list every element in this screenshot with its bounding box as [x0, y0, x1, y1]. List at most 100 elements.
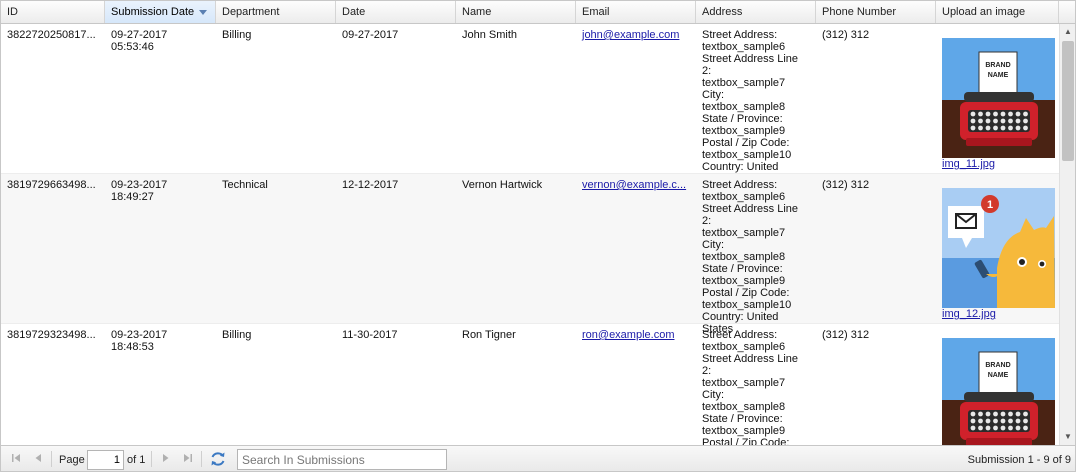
- address-line: textbox_sample10: [702, 149, 792, 161]
- cell-submission-date: 09-27-2017 05:53:46: [105, 24, 216, 53]
- vertical-scrollbar[interactable]: ▲ ▼: [1059, 24, 1075, 445]
- cell-email: john@example.com: [576, 24, 696, 41]
- address-line: Street Address Line 2:: [702, 53, 799, 77]
- table-row[interactable]: 3819729323498... 09-23-2017 18:48:53 Billin…: [1, 324, 1059, 445]
- next-page-icon[interactable]: [159, 452, 173, 466]
- column-header-name[interactable]: Name: [456, 1, 576, 23]
- image-file-link[interactable]: img_12.jpg: [942, 308, 1053, 320]
- submissions-grid: ID Submission Date Department Date Name …: [0, 0, 1076, 472]
- image-thumbnail[interactable]: BRAND NAME: [942, 38, 1055, 158]
- column-header-phone-number[interactable]: Phone Number: [816, 1, 936, 23]
- cell-department: Billing: [216, 324, 336, 341]
- column-header-label: Name: [462, 6, 492, 18]
- address-line: textbox_sample7: [702, 227, 786, 239]
- column-header-label: Date: [342, 6, 366, 18]
- cell-address: Street Address: textbox_sample6 Street Add…: [696, 324, 816, 445]
- cell-phone: (312) 312: [816, 324, 936, 341]
- pager-separator: [51, 451, 52, 467]
- address-line: City: textbox_sample8: [702, 389, 786, 413]
- column-header-address[interactable]: Address: [696, 1, 816, 23]
- cell-text: 18:48:53: [111, 341, 154, 353]
- address-line: textbox_sample9: [702, 425, 786, 437]
- cell-date: 12-12-2017: [336, 174, 456, 191]
- column-header-label: Phone Number: [822, 6, 896, 18]
- address-line: Postal / Zip Code:: [702, 287, 790, 299]
- address-line: Street Address:: [702, 29, 778, 41]
- page-label: Page: [59, 454, 85, 466]
- sort-descending-icon: [199, 9, 208, 15]
- cell-address: Street Address: textbox_sample6 Street Add…: [696, 174, 816, 335]
- cell-id: 3819729663498...: [1, 174, 105, 191]
- table-row[interactable]: 3822720250817... 09-27-2017 05:53:46 Billin…: [1, 24, 1059, 185]
- prev-page-icon[interactable]: [31, 452, 45, 466]
- grid-body: 3822720250817... 09-27-2017 05:53:46 Billin…: [1, 24, 1059, 445]
- cell-text: Technical: [222, 179, 268, 191]
- email-link[interactable]: john@example.com: [582, 29, 679, 41]
- scrollbar-thumb[interactable]: [1062, 41, 1074, 161]
- cell-text: 05:53:46: [111, 41, 154, 53]
- address-line: Country: United: [702, 161, 779, 173]
- cell-name: John Smith: [456, 24, 576, 41]
- cell-submission-date: 09-23-2017 18:48:53: [105, 324, 216, 353]
- address-line: textbox_sample9: [702, 275, 786, 287]
- svg-text:1: 1: [987, 199, 993, 211]
- address-line: Street Address:: [702, 329, 778, 341]
- cell-upload-image: 1 img_12.jpg: [936, 174, 1059, 320]
- cell-text: (312) 312: [822, 29, 870, 41]
- table-row[interactable]: 3819729663498... 09-23-2017 18:49:27 Techni…: [1, 174, 1059, 335]
- column-header-label: Address: [702, 6, 743, 18]
- column-header-date[interactable]: Date: [336, 1, 456, 23]
- cell-name: Ron Tigner: [456, 324, 576, 341]
- first-page-icon[interactable]: [9, 452, 23, 466]
- cell-email: ron@example.com: [576, 324, 696, 341]
- column-header-submission-date[interactable]: Submission Date: [105, 1, 216, 23]
- cell-text: Billing: [222, 329, 252, 341]
- page-count-label: of 1: [127, 454, 146, 466]
- cell-department: Technical: [216, 174, 336, 191]
- image-thumbnail[interactable]: BRAND NAME: [942, 338, 1055, 445]
- scroll-up-icon[interactable]: ▲: [1060, 24, 1075, 40]
- header-corner: [1059, 1, 1075, 24]
- email-link[interactable]: ron@example.com: [582, 329, 674, 341]
- pager-separator: [201, 451, 202, 467]
- last-page-icon[interactable]: [181, 452, 195, 466]
- cell-text: 11-30-2017: [342, 329, 398, 341]
- cell-text: 18:49:27: [111, 191, 154, 203]
- submission-count: Submission 1 - 9 of 9: [967, 454, 1071, 466]
- column-header-label: ID: [7, 6, 18, 18]
- cat-mail-image: 1: [942, 188, 1055, 308]
- search-input[interactable]: [237, 449, 447, 470]
- cell-date: 09-27-2017: [336, 24, 456, 41]
- pager-separator: [151, 451, 152, 467]
- cell-name: Vernon Hartwick: [456, 174, 576, 191]
- cell-submission-date: 09-23-2017 18:49:27: [105, 174, 216, 203]
- image-thumbnail[interactable]: 1: [942, 188, 1055, 308]
- cell-phone: (312) 312: [816, 174, 936, 191]
- address-line: textbox_sample9: [702, 125, 786, 137]
- svg-text:BRAND: BRAND: [985, 362, 1010, 369]
- cell-text: 3819729323498...: [7, 329, 96, 341]
- address-line: Street Address:: [702, 179, 778, 191]
- column-header-label: Email: [582, 6, 610, 18]
- cell-text: 09-27-2017: [111, 29, 168, 41]
- column-header-id[interactable]: ID: [1, 1, 105, 23]
- cell-text: 3819729663498...: [7, 179, 96, 191]
- page-number-input[interactable]: [87, 450, 124, 470]
- column-header-department[interactable]: Department: [216, 1, 336, 23]
- address-line: City: textbox_sample8: [702, 89, 786, 113]
- email-link[interactable]: vernon@example.c...: [582, 179, 686, 191]
- image-file-link[interactable]: img_11.jpg: [942, 158, 1053, 170]
- address-line: textbox_sample6: [702, 41, 786, 53]
- address-line: State / Province:: [702, 263, 783, 275]
- column-header-upload-image[interactable]: Upload an image: [936, 1, 1059, 23]
- refresh-icon[interactable]: [209, 450, 227, 468]
- column-header-label: Submission Date: [111, 6, 195, 18]
- scroll-down-icon[interactable]: ▼: [1060, 429, 1075, 445]
- cell-address: Street Address: textbox_sample6 Street Add…: [696, 24, 816, 185]
- address-line: textbox_sample7: [702, 377, 786, 389]
- column-header-email[interactable]: Email: [576, 1, 696, 23]
- cell-text: 09-23-2017: [111, 179, 168, 191]
- cell-date: 11-30-2017: [336, 324, 456, 341]
- address-line: State / Province:: [702, 413, 783, 425]
- column-header-label: Upload an image: [942, 6, 1026, 18]
